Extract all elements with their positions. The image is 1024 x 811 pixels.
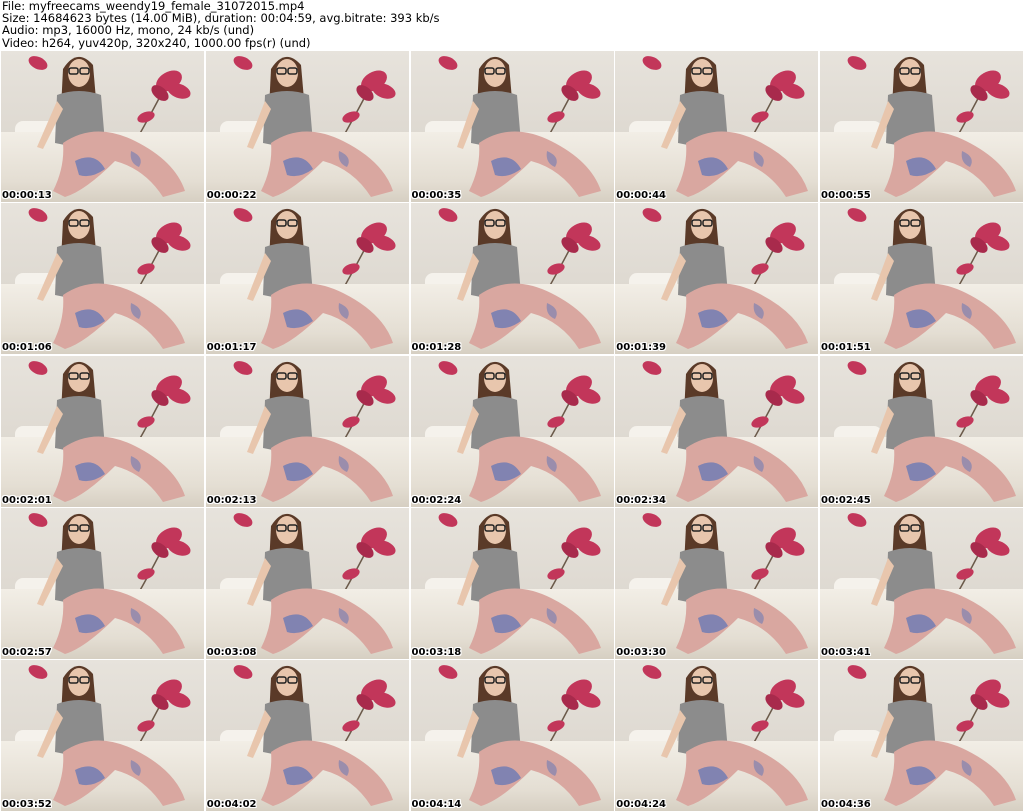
thumbnail-timestamp: 00:02:45 bbox=[821, 494, 871, 506]
thumbnail-timestamp: 00:02:01 bbox=[2, 494, 52, 506]
person-figure bbox=[661, 665, 809, 806]
thumbnail-frame: 00:01:51 bbox=[820, 203, 1023, 355]
person-figure bbox=[661, 56, 809, 197]
thumbnail-timestamp: 00:00:44 bbox=[616, 190, 666, 201]
thumbnail-timestamp: 00:01:39 bbox=[616, 342, 666, 354]
thumbnail-frame: 00:04:36 bbox=[820, 660, 1023, 811]
thumbnail-timestamp: 00:01:06 bbox=[2, 342, 52, 354]
person-figure bbox=[456, 209, 601, 350]
thumbnail-timestamp: 00:03:18 bbox=[411, 646, 462, 658]
thumbnail-frame: 00:04:24 bbox=[615, 660, 819, 811]
thumbnail-timestamp: 00:01:17 bbox=[206, 342, 257, 354]
person-figure bbox=[871, 361, 1016, 502]
thumbnail-frame: 00:02:13 bbox=[205, 355, 409, 507]
thumbnail-timestamp: 00:00:22 bbox=[206, 190, 257, 201]
person-figure bbox=[661, 361, 809, 502]
thumbnail-frame: 00:03:52 bbox=[1, 660, 204, 811]
person-figure bbox=[456, 56, 601, 197]
thumbnail-frame: 00:03:08 bbox=[205, 507, 409, 659]
thumbnail-timestamp: 00:01:51 bbox=[821, 342, 871, 354]
person-figure bbox=[456, 361, 601, 502]
thumbnail-timestamp: 00:01:28 bbox=[411, 342, 462, 354]
thumbnail-timestamp: 00:04:24 bbox=[616, 799, 666, 810]
video-info-header: File: myfreecams_weendy19_female_3107201… bbox=[2, 0, 440, 49]
thumbnail-timestamp: 00:02:13 bbox=[206, 494, 257, 506]
thumbnail-frame: 00:03:30 bbox=[615, 507, 819, 659]
person-figure bbox=[871, 513, 1016, 654]
thumbnail-timestamp: 00:04:36 bbox=[821, 799, 871, 810]
person-figure bbox=[37, 665, 185, 806]
person-figure bbox=[246, 56, 393, 197]
thumbnail-frame: 00:03:18 bbox=[410, 507, 614, 659]
person-figure bbox=[456, 513, 601, 654]
thumbnail-frame: 00:01:06 bbox=[1, 203, 204, 355]
person-figure bbox=[37, 361, 185, 502]
thumbnail-timestamp: 00:03:08 bbox=[206, 646, 257, 658]
thumbnail-frame: 00:02:01 bbox=[1, 355, 204, 507]
person-figure bbox=[37, 56, 185, 197]
thumbnail-frame: 00:02:45 bbox=[820, 355, 1023, 507]
thumbnail-frame: 00:01:39 bbox=[615, 203, 819, 355]
thumbnail-frame: 00:00:13 bbox=[1, 51, 204, 202]
thumbnail-timestamp: 00:04:02 bbox=[206, 799, 257, 810]
video-info-line: Video: h264, yuv420p, 320x240, 1000.00 f… bbox=[2, 35, 311, 50]
thumbnail-frame: 00:02:24 bbox=[410, 355, 614, 507]
thumbnail-timestamp: 00:02:57 bbox=[2, 646, 52, 658]
person-figure bbox=[246, 665, 393, 806]
person-figure bbox=[37, 209, 185, 350]
thumbnail-timestamp: 00:00:13 bbox=[2, 190, 52, 201]
thumbnail-frame: 00:00:55 bbox=[820, 51, 1023, 202]
person-figure bbox=[37, 513, 185, 654]
thumbnail-timestamp: 00:03:30 bbox=[616, 646, 666, 658]
person-figure bbox=[871, 56, 1016, 197]
thumbnail-timestamp: 00:00:55 bbox=[821, 190, 871, 201]
thumbnail-timestamp: 00:03:41 bbox=[821, 646, 871, 658]
person-figure bbox=[246, 209, 393, 350]
thumbnail-frame: 00:00:35 bbox=[410, 51, 614, 202]
audio-info-line: Audio: mp3, 16000 Hz, mono, 24 kb/s (und… bbox=[2, 23, 255, 38]
person-figure bbox=[661, 209, 809, 350]
thumbnail-frame: 00:04:02 bbox=[205, 660, 409, 811]
thumbnail-frame: 00:01:17 bbox=[205, 203, 409, 355]
thumbnail-timestamp: 00:00:35 bbox=[411, 190, 462, 201]
thumbnail-frame: 00:04:14 bbox=[410, 660, 614, 811]
person-figure bbox=[246, 361, 393, 502]
thumbnail-frame: 00:00:44 bbox=[615, 51, 819, 202]
thumbnail-timestamp: 00:04:14 bbox=[411, 799, 462, 810]
person-figure bbox=[661, 513, 809, 654]
person-figure bbox=[246, 513, 393, 654]
thumbnail-timestamp: 00:02:24 bbox=[411, 494, 462, 506]
thumbnail-frame: 00:03:41 bbox=[820, 507, 1023, 659]
thumbnail-timestamp: 00:03:52 bbox=[2, 799, 52, 810]
thumbnail-frame: 00:02:57 bbox=[1, 507, 204, 659]
thumbnail-frame: 00:01:28 bbox=[410, 203, 614, 355]
thumbnail-grid: 00:00:13 00:00:22 00:00:35 00:00:44 00:00:55… bbox=[1, 51, 1023, 811]
person-figure bbox=[871, 209, 1016, 350]
thumbnail-frame: 00:00:22 bbox=[205, 51, 409, 202]
thumbnail-timestamp: 00:02:34 bbox=[616, 494, 666, 506]
person-figure bbox=[456, 665, 601, 806]
thumbnail-frame: 00:02:34 bbox=[615, 355, 819, 507]
person-figure bbox=[871, 665, 1016, 806]
